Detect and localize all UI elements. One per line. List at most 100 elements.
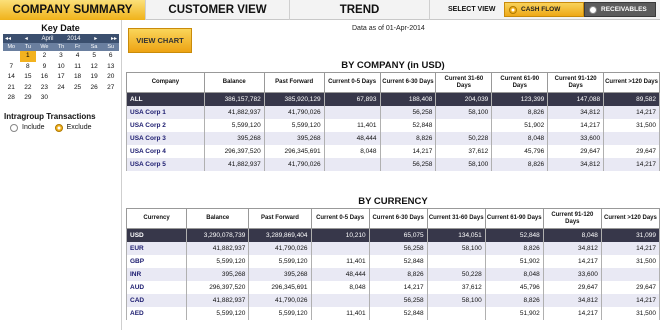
table-cell: 8,048 xyxy=(484,267,544,281)
table-cell xyxy=(600,267,660,281)
table-row[interactable]: AED 5,599,120 5,599,120 11,401 52,848 51,902 1… xyxy=(125,306,660,320)
column-header[interactable]: Current 6-30 Days xyxy=(368,208,428,229)
column-header[interactable]: Current 0-5 Days xyxy=(323,72,381,93)
table-cell: 31,500 xyxy=(603,118,660,132)
row-label[interactable]: CAD xyxy=(125,293,188,307)
table-row[interactable]: EUR 41,882,937 41,790,026 56,258 58,100 8,826… xyxy=(125,241,660,255)
column-header[interactable]: Company xyxy=(126,72,205,93)
column-header[interactable]: Balance xyxy=(186,208,250,229)
calendar-day[interactable]: 20 xyxy=(102,72,119,83)
table-row[interactable]: USA Corp 1 41,882,937 41,790,026 56,258 58,1… xyxy=(126,105,660,119)
table-row[interactable]: ALL 386,157,782 385,920,129 67,893 188,408 20… xyxy=(126,92,660,106)
calendar-day[interactable]: 17 xyxy=(53,72,70,83)
column-header[interactable]: Past Forward xyxy=(248,208,312,229)
calendar-day[interactable]: 30 xyxy=(36,93,53,104)
table-cell: 48,444 xyxy=(310,267,370,281)
row-label[interactable]: GBP xyxy=(125,254,188,268)
calendar-day[interactable]: 18 xyxy=(69,72,86,83)
prev-year-icon[interactable]: ◂◂ xyxy=(5,35,11,42)
calendar-day[interactable]: 26 xyxy=(86,83,103,94)
column-header[interactable]: Current 0-5 Days xyxy=(310,208,370,229)
column-header[interactable]: Current 91-120 Days xyxy=(547,72,605,93)
table-row[interactable]: USA Corp 4 296,397,520 296,345,691 8,048 14,… xyxy=(126,144,660,158)
row-label[interactable]: USA Corp 2 xyxy=(126,118,205,132)
calendar-day[interactable]: 24 xyxy=(53,83,70,94)
calendar-day[interactable]: 1 xyxy=(19,51,37,62)
calendar-day[interactable]: 13 xyxy=(102,62,119,73)
table-cell: 67,893 xyxy=(323,92,381,106)
cash-flow-option[interactable]: CASH FLOW xyxy=(504,2,584,17)
row-label[interactable]: USA Corp 3 xyxy=(126,131,205,145)
column-header[interactable]: Past Forward xyxy=(263,72,325,93)
column-header[interactable]: Current >120 Days xyxy=(600,208,660,229)
calendar-day[interactable]: 21 xyxy=(3,83,20,94)
calendar-day[interactable]: 5 xyxy=(86,51,103,62)
tab-trend[interactable]: TREND xyxy=(290,0,430,20)
calendar-day[interactable]: 10 xyxy=(53,62,70,73)
column-header[interactable]: Current 91-120 Days xyxy=(542,208,602,229)
table-cell: 34,812 xyxy=(542,241,602,255)
next-year-icon[interactable]: ▸▸ xyxy=(111,35,117,42)
calendar-day[interactable]: 11 xyxy=(69,62,86,73)
row-label[interactable]: INR xyxy=(125,267,188,281)
calendar-day[interactable]: 19 xyxy=(86,72,103,83)
calendar-day[interactable]: 14 xyxy=(3,72,20,83)
calendar-day[interactable]: 8 xyxy=(20,62,37,73)
row-label[interactable]: USA Corp 5 xyxy=(126,157,205,171)
calendar-day[interactable]: 23 xyxy=(36,83,53,94)
view-chart-button[interactable]: VIEW CHART xyxy=(128,28,192,53)
calendar-day[interactable]: 22 xyxy=(20,83,37,94)
row-label[interactable]: AUD xyxy=(125,280,188,294)
tab-customer-view[interactable]: CUSTOMER VIEW xyxy=(146,0,290,20)
table-row[interactable]: USD 3,290,078,739 3,289,869,404 10,210 65,07… xyxy=(125,228,660,242)
include-option[interactable]: Include xyxy=(10,123,45,132)
table-cell: 3,289,869,404 xyxy=(248,228,312,242)
calendar-day[interactable]: 25 xyxy=(69,83,86,94)
column-header[interactable]: Current >120 Days xyxy=(603,72,660,93)
table-cell: 41,882,937 xyxy=(203,157,265,171)
table-row[interactable]: GBP 5,599,120 5,599,120 11,401 52,848 51,902 1… xyxy=(125,254,660,268)
table-cell: 10,210 xyxy=(310,228,370,242)
calendar-day[interactable]: 28 xyxy=(3,93,20,104)
column-header[interactable]: Current 61-90 Days xyxy=(491,72,549,93)
calendar-day[interactable]: 6 xyxy=(102,51,119,62)
row-label[interactable]: USA Corp 4 xyxy=(126,144,205,158)
row-label[interactable]: ALL xyxy=(126,92,205,106)
prev-month-icon[interactable]: ◂ xyxy=(25,35,28,42)
receivables-option[interactable]: RECEIVABLES xyxy=(584,2,656,17)
calendar-day[interactable]: 29 xyxy=(20,93,37,104)
column-header[interactable]: Currency xyxy=(125,208,188,229)
weekday-label: Su xyxy=(107,44,115,50)
table-row[interactable]: INR 395,268 395,268 48,444 8,826 50,228 8,048 3… xyxy=(125,267,660,281)
row-label[interactable]: USD xyxy=(125,228,188,242)
calendar-day[interactable]: 2 xyxy=(36,51,53,62)
table-row[interactable]: USA Corp 5 41,882,937 41,790,026 56,258 58,1… xyxy=(126,157,660,171)
table-cell: 29,647 xyxy=(600,280,660,294)
radio-unselected-icon xyxy=(10,123,18,132)
exclude-option[interactable]: Exclude xyxy=(54,123,91,132)
calendar-day[interactable]: 15 xyxy=(20,72,37,83)
column-header[interactable]: Current 31-60 Days xyxy=(435,72,493,93)
calendar-day[interactable]: 3 xyxy=(53,51,70,62)
column-header[interactable]: Current 61-90 Days xyxy=(484,208,544,229)
column-header[interactable]: Balance xyxy=(203,72,265,93)
table-cell: 52,848 xyxy=(368,254,428,268)
table-row[interactable]: USA Corp 2 5,599,120 5,599,120 11,401 52,848… xyxy=(126,118,660,132)
table-row[interactable]: CAD 41,882,937 41,790,026 56,258 58,100 8,826… xyxy=(125,293,660,307)
calendar-day[interactable]: 27 xyxy=(102,83,119,94)
table-row[interactable]: AUD 296,397,520 296,345,691 8,048 14,217 37,6… xyxy=(125,280,660,294)
next-month-icon[interactable]: ▸ xyxy=(94,35,97,42)
table-row[interactable]: USA Corp 3 395,268 395,268 48,444 8,826 50,22… xyxy=(126,131,660,145)
calendar-day[interactable]: 4 xyxy=(69,51,86,62)
row-label[interactable]: AED xyxy=(125,306,188,320)
calendar-day[interactable]: 12 xyxy=(86,62,103,73)
column-header[interactable]: Current 6-30 Days xyxy=(379,72,437,93)
row-label[interactable]: USA Corp 1 xyxy=(126,105,205,119)
calendar-day[interactable]: 16 xyxy=(36,72,53,83)
tab-company-summary[interactable]: COMPANY SUMMARY xyxy=(0,0,146,20)
calendar-day[interactable]: 7 xyxy=(3,62,20,73)
column-header[interactable]: Current 31-60 Days xyxy=(426,208,486,229)
calendar-day[interactable]: 9 xyxy=(36,62,53,73)
table-cell: 41,882,937 xyxy=(186,293,250,307)
row-label[interactable]: EUR xyxy=(125,241,188,255)
